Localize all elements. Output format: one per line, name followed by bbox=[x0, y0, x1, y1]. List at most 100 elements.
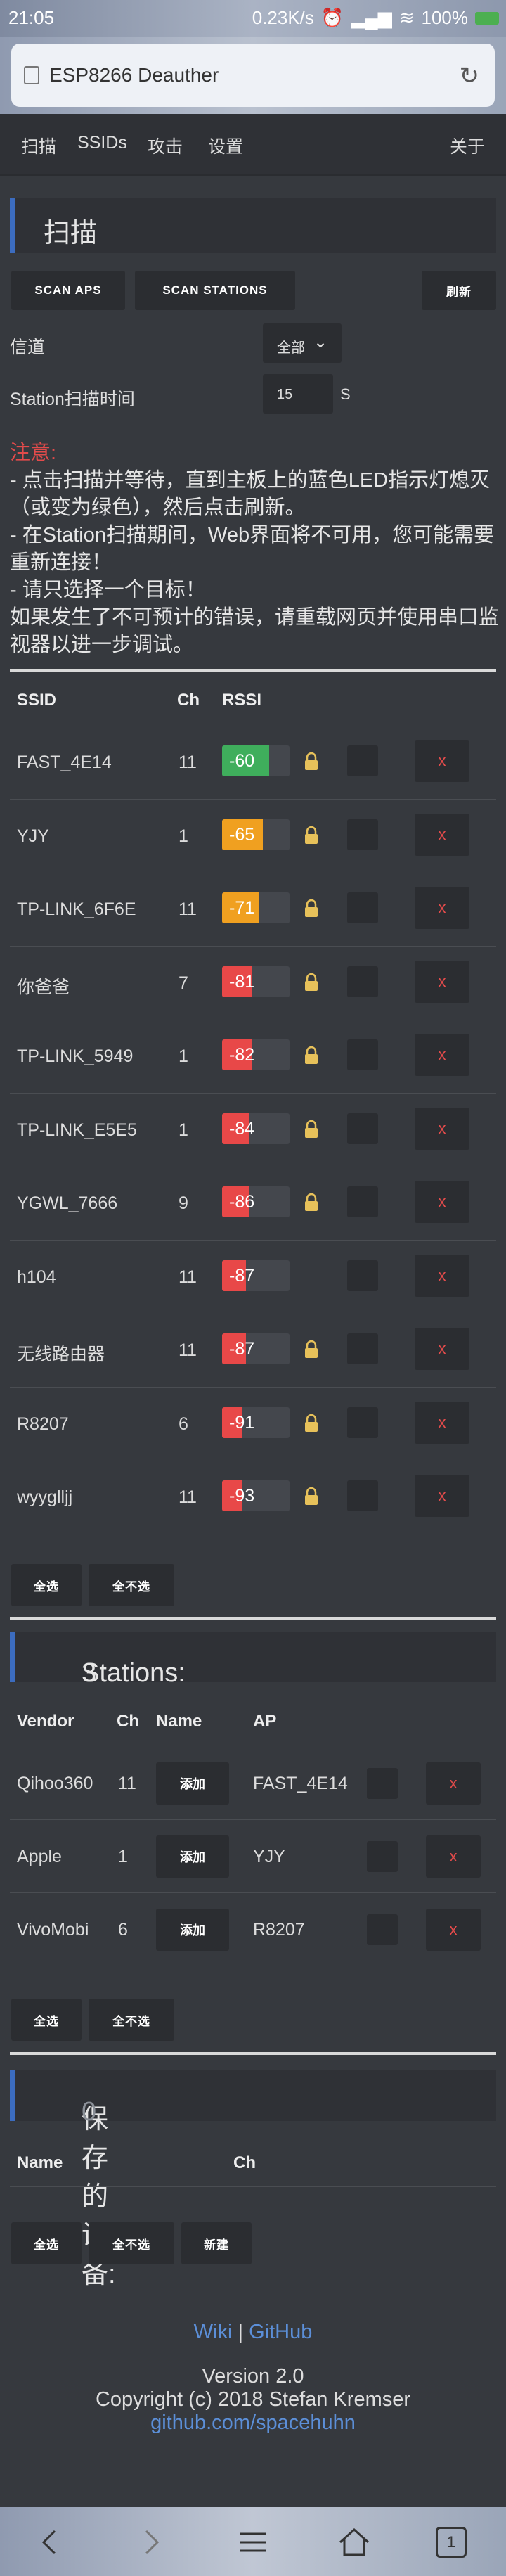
select-checkbox[interactable] bbox=[367, 1768, 398, 1799]
select-checkbox[interactable] bbox=[347, 892, 378, 923]
channel-select[interactable]: 全部 ⌄ bbox=[263, 323, 342, 363]
notice-line: - 在Station扫描期间，Web界面将不可用，您可能需要重新连接！ bbox=[10, 524, 495, 574]
ap-header: AP bbox=[253, 1712, 277, 1731]
ap-table-row[interactable]: R8207 6 -91 x bbox=[10, 1388, 496, 1461]
add-name-button[interactable]: 添加 bbox=[156, 1762, 229, 1805]
station-ap: FAST_4E14 bbox=[253, 1774, 348, 1793]
notice-line: - 点击扫描并等待，直到主板上的蓝色LED指示灯熄灭（或变为绿色），然后点击刷新… bbox=[10, 469, 491, 519]
select-checkbox[interactable] bbox=[347, 1407, 378, 1438]
remove-button[interactable]: x bbox=[426, 1762, 481, 1805]
saved-devices-header: 保存的设备: 0 bbox=[10, 2070, 496, 2289]
select-checkbox[interactable] bbox=[367, 1914, 398, 1945]
lock-icon bbox=[305, 826, 318, 844]
ch-header: Ch bbox=[117, 1712, 139, 1731]
remove-button[interactable]: x bbox=[415, 961, 469, 1003]
select-all-aps-button[interactable]: 全选 bbox=[11, 1564, 82, 1606]
remove-button[interactable]: x bbox=[415, 1181, 469, 1223]
ap-table-row[interactable]: TP-LINK_E5E5 1 -84 x bbox=[10, 1094, 496, 1167]
select-checkbox[interactable] bbox=[347, 1260, 378, 1291]
menu-icon[interactable] bbox=[233, 2523, 273, 2562]
rssi-meter: -91 bbox=[222, 1407, 290, 1438]
station-time-input[interactable]: 15 bbox=[263, 374, 333, 414]
reload-icon[interactable]: ↻ bbox=[460, 62, 480, 90]
select-checkbox[interactable] bbox=[347, 1333, 378, 1364]
reload-button[interactable]: 刷新 bbox=[422, 271, 496, 310]
github-link[interactable]: GitHub bbox=[249, 2321, 312, 2343]
ap-table-row[interactable]: TP-LINK_6F6E 11 -71 x bbox=[10, 873, 496, 947]
select-all-stations-button[interactable]: 全选 bbox=[11, 1999, 82, 2041]
nav-settings[interactable]: 设置 bbox=[208, 133, 243, 158]
ap-channel: 11 bbox=[179, 1340, 197, 1360]
ap-channel: 11 bbox=[179, 1487, 197, 1507]
page-title: 扫描 bbox=[44, 219, 98, 248]
remove-button[interactable]: x bbox=[415, 1475, 469, 1517]
select-checkbox[interactable] bbox=[347, 1113, 378, 1144]
select-checkbox[interactable] bbox=[347, 745, 378, 776]
battery-icon bbox=[475, 11, 499, 25]
select-checkbox[interactable] bbox=[347, 819, 378, 850]
copyright-text: Copyright (c) 2018 Stefan Kremser bbox=[95, 2388, 411, 2411]
remove-button[interactable]: x bbox=[426, 1909, 481, 1951]
add-new-button[interactable]: 新建 bbox=[181, 2222, 252, 2264]
ap-table-row[interactable]: FAST_4E14 11 -60 x bbox=[10, 726, 496, 800]
rssi-meter: -65 bbox=[222, 819, 290, 850]
station-row[interactable]: Apple 1 添加 YJY x bbox=[10, 1820, 496, 1893]
select-checkbox[interactable] bbox=[367, 1841, 398, 1872]
add-name-button[interactable]: 添加 bbox=[156, 1835, 229, 1878]
lock-icon bbox=[305, 1120, 318, 1138]
remove-button[interactable]: x bbox=[415, 1402, 469, 1444]
ap-table-row[interactable]: YGWL_7666 9 -86 x bbox=[10, 1167, 496, 1241]
network-speed: 0.23K/s bbox=[252, 7, 314, 28]
address-bar[interactable]: ESP8266 Deauther ↻ bbox=[11, 44, 495, 107]
home-icon[interactable] bbox=[335, 2523, 374, 2562]
station-ap: R8207 bbox=[253, 1920, 305, 1940]
ap-table-row[interactable]: 无线路由器 11 -87 x bbox=[10, 1314, 496, 1388]
station-time-value: 15 bbox=[277, 387, 293, 402]
remove-button[interactable]: x bbox=[415, 1328, 469, 1370]
remove-button[interactable]: x bbox=[426, 1835, 481, 1878]
station-row[interactable]: Qihoo360 11 添加 FAST_4E14 x bbox=[10, 1747, 496, 1820]
forward-icon[interactable] bbox=[131, 2523, 170, 2562]
ap-table-row[interactable]: YJY 1 -65 x bbox=[10, 800, 496, 873]
lock-icon bbox=[305, 973, 318, 991]
ap-table-row[interactable]: h104 11 -87 x bbox=[10, 1241, 496, 1314]
wiki-link[interactable]: Wiki bbox=[194, 2321, 233, 2343]
remove-button[interactable]: x bbox=[415, 814, 469, 856]
rssi-meter: -71 bbox=[222, 892, 290, 923]
version-text: Version 2.0 bbox=[202, 2365, 304, 2388]
deselect-all-stations-button[interactable]: 全不选 bbox=[89, 1999, 174, 2041]
ap-table-row[interactable]: wyyglljj 11 -93 x bbox=[10, 1461, 496, 1534]
deselect-all-saved-button[interactable]: 全不选 bbox=[89, 2222, 174, 2264]
repo-link[interactable]: github.com/spacehuhn bbox=[150, 2411, 356, 2434]
select-checkbox[interactable] bbox=[347, 1039, 378, 1070]
select-checkbox[interactable] bbox=[347, 1186, 378, 1217]
ap-ssid: TP-LINK_6F6E bbox=[17, 899, 136, 919]
nav-ssids[interactable]: SSIDs bbox=[77, 133, 127, 153]
select-all-saved-button[interactable]: 全选 bbox=[11, 2222, 82, 2264]
select-checkbox[interactable] bbox=[347, 1480, 378, 1511]
nav-scan[interactable]: 扫描 bbox=[21, 133, 56, 158]
ap-table-row[interactable]: 你爸爸 7 -81 x bbox=[10, 947, 496, 1020]
nav-attack[interactable]: 攻击 bbox=[148, 133, 183, 158]
divider bbox=[10, 669, 496, 672]
deselect-all-aps-button[interactable]: 全不选 bbox=[89, 1564, 174, 1606]
remove-button[interactable]: x bbox=[415, 887, 469, 929]
remove-button[interactable]: x bbox=[415, 740, 469, 782]
rssi-value: -60 bbox=[229, 751, 255, 771]
back-icon[interactable] bbox=[31, 2523, 70, 2562]
remove-button[interactable]: x bbox=[415, 1255, 469, 1297]
scan-aps-button[interactable]: SCAN APS bbox=[11, 271, 125, 310]
station-channel: 1 bbox=[118, 1847, 128, 1866]
ap-table-row[interactable]: TP-LINK_5949 1 -82 x bbox=[10, 1020, 496, 1094]
notice-line: - 请只选择一个目标！ bbox=[10, 579, 206, 601]
station-row[interactable]: VivoMobi 6 添加 R8207 x bbox=[10, 1893, 496, 1966]
rssi-meter: -86 bbox=[222, 1186, 290, 1217]
remove-button[interactable]: x bbox=[415, 1034, 469, 1076]
scan-stations-button[interactable]: SCAN STATIONS bbox=[135, 271, 295, 310]
tabs-button[interactable]: 1 bbox=[436, 2527, 467, 2558]
ap-ssid: h104 bbox=[17, 1267, 56, 1287]
nav-about[interactable]: 关于 bbox=[450, 133, 485, 158]
select-checkbox[interactable] bbox=[347, 966, 378, 997]
add-name-button[interactable]: 添加 bbox=[156, 1909, 229, 1951]
remove-button[interactable]: x bbox=[415, 1108, 469, 1150]
